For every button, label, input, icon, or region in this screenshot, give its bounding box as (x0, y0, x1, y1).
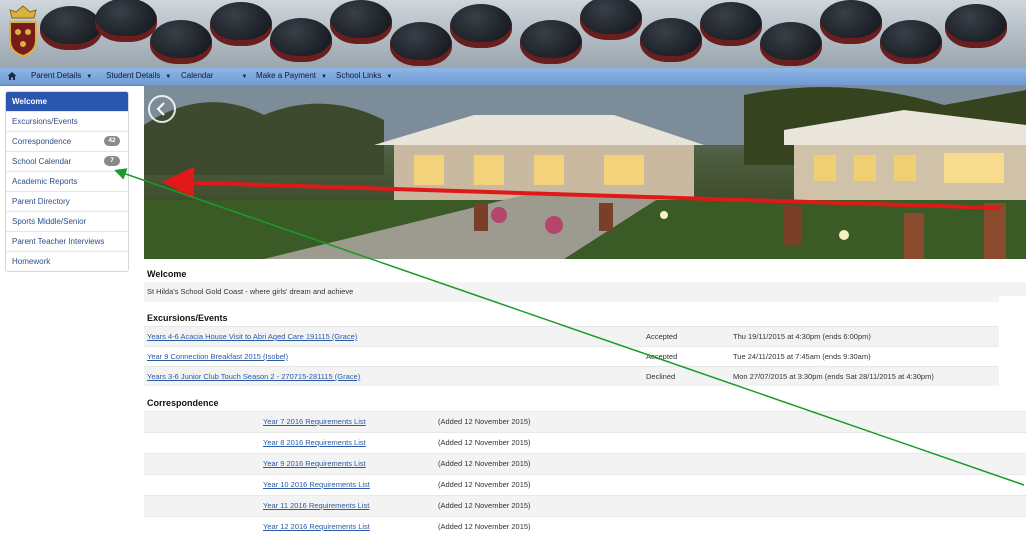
nav-label: Parent Details (31, 71, 82, 80)
hero-image-slideshow (144, 85, 1026, 259)
sidebar-item-label: School Calendar (12, 157, 72, 166)
home-icon[interactable] (7, 71, 17, 81)
table-row: Years 3-6 Junior Club Touch Season 2 - 2… (144, 366, 1026, 386)
caret-down-icon: ▼ (241, 74, 248, 80)
event-link[interactable]: Year 9 Connection Breakfast 2015 (Isobel… (147, 347, 288, 366)
chevron-left-icon (156, 102, 165, 116)
banner-photo-element (150, 20, 212, 64)
top-navbar: Parent Details ▼ Student Details ▼ Calenda… (0, 68, 1026, 86)
banner-photo-element (210, 2, 272, 46)
banner-photo-element (390, 22, 452, 66)
event-status: Accepted (646, 352, 678, 361)
banner-photo-element (945, 4, 1007, 48)
event-status: Accepted (646, 332, 678, 341)
list-item: Year 12 2016 Requirements List (Added 12… (144, 516, 1026, 537)
added-date: (Added 12 November 2015) (438, 501, 531, 510)
banner-photo-element (330, 0, 392, 44)
table-row: Years 4-6 Acacia House Visit to Abri Age… (144, 326, 1026, 346)
sidebar-menu: Welcome Excursions/Events Correspondence… (5, 91, 129, 272)
list-item: Year 7 2016 Requirements List (Added 12 … (144, 411, 1026, 432)
nav-label: Calendar (181, 71, 214, 80)
sidebar-item-label: Parent Directory (12, 197, 70, 206)
banner-photo-element (580, 0, 642, 40)
sidebar-item-excursions-events[interactable]: Excursions/Events (6, 112, 128, 132)
list-item: Year 11 2016 Requirements List (Added 12… (144, 495, 1026, 516)
added-date: (Added 12 November 2015) (438, 459, 531, 468)
excursions-heading: Excursions/Events (147, 313, 228, 323)
banner-photo-element (700, 2, 762, 46)
school-crest-icon (9, 5, 37, 58)
banner-photo-element (40, 6, 102, 50)
list-item: Year 9 2016 Requirements List (Added 12 … (144, 453, 1026, 474)
table-row: Year 9 Connection Breakfast 2015 (Isobel… (144, 346, 1026, 366)
banner-photo-element (520, 20, 582, 64)
nav-student-details[interactable]: Student Details ▼ (106, 71, 171, 80)
campus-photo (144, 85, 1026, 259)
sidebar-item-sports-middle-senior[interactable]: Sports Middle/Senior (6, 212, 128, 232)
correspondence-heading: Correspondence (147, 398, 219, 408)
sidebar-item-label: Parent Teacher Interviews (12, 237, 105, 246)
side-panel-edge (999, 296, 1026, 396)
event-link[interactable]: Years 4-6 Acacia House Visit to Abri Age… (147, 327, 357, 346)
caret-down-icon: ▼ (321, 74, 327, 80)
event-link[interactable]: Years 3-6 Junior Club Touch Season 2 - 2… (147, 367, 360, 386)
sidebar-item-label: Welcome (12, 97, 47, 106)
banner-photo-element (95, 0, 157, 42)
sidebar-item-parent-teacher-interviews[interactable]: Parent Teacher Interviews (6, 232, 128, 252)
event-status: Declined (646, 372, 676, 381)
sidebar-item-welcome[interactable]: Welcome (6, 92, 128, 112)
sidebar-item-homework[interactable]: Homework (6, 252, 128, 271)
count-badge: 42 (104, 136, 120, 146)
caret-down-icon: ▼ (165, 74, 172, 80)
event-date: Thu 19/11/2015 at 4:30pm (ends 6:00pm) (733, 332, 871, 341)
document-link[interactable]: Year 10 2016 Requirements List (263, 475, 370, 495)
sidebar-item-parent-directory[interactable]: Parent Directory (6, 192, 128, 212)
sidebar-item-label: Homework (12, 257, 51, 266)
nav-school-links[interactable]: School Links ▼ (336, 71, 392, 80)
nav-label: Student Details (106, 71, 161, 80)
sidebar-item-label: Excursions/Events (12, 117, 78, 126)
document-link[interactable]: Year 9 2016 Requirements List (263, 454, 366, 474)
added-date: (Added 12 November 2015) (438, 438, 531, 447)
added-date: (Added 12 November 2015) (438, 417, 531, 426)
sidebar-item-label: Academic Reports (12, 177, 78, 186)
sidebar-item-school-calendar[interactable]: School Calendar 7 (6, 152, 128, 172)
added-date: (Added 12 November 2015) (438, 522, 531, 531)
caret-down-icon: ▼ (386, 74, 393, 80)
banner-photo-element (270, 18, 332, 62)
document-link[interactable]: Year 12 2016 Requirements List (263, 517, 370, 537)
nav-label: Make a Payment (256, 71, 317, 80)
nav-make-a-payment[interactable]: Make a Payment ▼ (256, 71, 327, 80)
banner-photo-element (640, 18, 702, 62)
list-item: Year 10 2016 Requirements List (Added 12… (144, 474, 1026, 495)
added-date: (Added 12 November 2015) (438, 480, 531, 489)
banner-photo-element (450, 4, 512, 48)
count-badge: 7 (104, 156, 120, 166)
banner-photo-element (880, 20, 942, 64)
nav-parent-details[interactable]: Parent Details ▼ (31, 71, 92, 80)
main-content: Welcome St Hilda's School Gold Coast - w… (144, 266, 1026, 537)
sidebar-item-label: Sports Middle/Senior (12, 217, 87, 226)
document-link[interactable]: Year 11 2016 Requirements List (263, 496, 369, 516)
caret-down-icon: ▼ (86, 74, 93, 80)
welcome-message: St Hilda's School Gold Coast - where gir… (144, 282, 1026, 302)
event-date: Tue 24/11/2015 at 7:45am (ends 9:30am) (733, 352, 871, 361)
sidebar-item-academic-reports[interactable]: Academic Reports (6, 172, 128, 192)
header-banner (0, 0, 1026, 68)
slideshow-prev-button[interactable] (148, 95, 176, 123)
document-link[interactable]: Year 7 2016 Requirements List (263, 412, 366, 432)
nav-calendar[interactable]: Calendar ▼ (181, 71, 247, 80)
document-link[interactable]: Year 8 2016 Requirements List (263, 433, 366, 453)
banner-photo-element (760, 22, 822, 66)
sidebar-item-label: Correspondence (12, 137, 72, 146)
list-item: Year 8 2016 Requirements List (Added 12 … (144, 432, 1026, 453)
event-date: Mon 27/07/2015 at 3:30pm (ends Sat 28/11… (733, 372, 934, 381)
banner-photo-element (820, 0, 882, 44)
nav-label: School Links (336, 71, 382, 80)
welcome-heading: Welcome (147, 269, 187, 279)
sidebar-item-correspondence[interactable]: Correspondence 42 (6, 132, 128, 152)
